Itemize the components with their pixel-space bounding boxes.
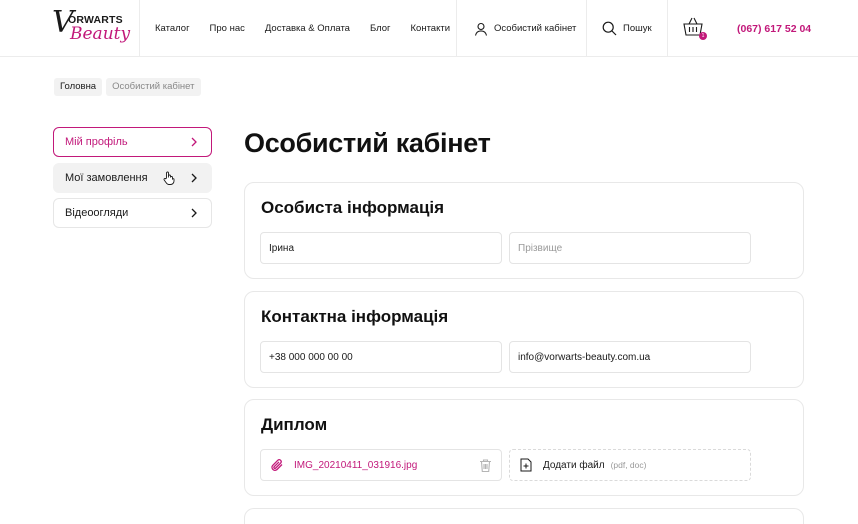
- main-nav: Каталог Про нас Доставка & Оплата Блог К…: [155, 0, 470, 57]
- user-icon: [474, 22, 488, 36]
- chevron-right-icon: [191, 173, 197, 183]
- breadcrumb-current: Особистий кабінет: [106, 78, 201, 96]
- nav-delivery[interactable]: Доставка & Оплата: [265, 23, 350, 34]
- nav-catalog[interactable]: Каталог: [155, 23, 190, 34]
- next-section-card: [244, 508, 804, 524]
- file-name: IMG_20210411_031916.jpg: [294, 459, 418, 471]
- header-divider: [456, 0, 457, 57]
- uploaded-file[interactable]: IMG_20210411_031916.jpg: [260, 449, 502, 481]
- logo-bottom: Beauty: [70, 24, 131, 44]
- search-label: Пошук: [623, 23, 652, 34]
- breadcrumb-home[interactable]: Головна: [54, 78, 103, 96]
- sidebar-item-orders[interactable]: Мої замовлення: [53, 163, 212, 193]
- sidebar-item-videos[interactable]: Відеоогляди: [53, 198, 212, 228]
- hand-cursor-icon: [163, 171, 175, 185]
- nav-blog[interactable]: Блог: [370, 23, 391, 34]
- chevron-right-icon: [191, 208, 197, 218]
- header-divider: [667, 0, 668, 57]
- header-divider: [586, 0, 587, 57]
- sidebar-item-label: Мій профіль: [65, 136, 128, 148]
- sidebar-item-label: Мої замовлення: [65, 172, 148, 184]
- paperclip-icon: [271, 459, 283, 471]
- page-title: Особистий кабінет: [244, 128, 491, 158]
- nav-about[interactable]: Про нас: [210, 23, 245, 34]
- breadcrumb: Головна Особистий кабінет: [54, 78, 205, 96]
- add-file-hint: (pdf, doc): [610, 460, 647, 470]
- cart-count-badge: 1: [699, 32, 707, 40]
- file-add-icon: [520, 458, 532, 472]
- nav-contacts[interactable]: Контакти: [411, 23, 451, 34]
- cart-button[interactable]: 1: [682, 16, 707, 40]
- personal-info-card: Особиста інформація Ірина Прізвище: [244, 182, 804, 279]
- phone-input[interactable]: +38 000 000 00 00: [260, 341, 502, 373]
- phone-link[interactable]: (067) 617 52 04: [737, 0, 811, 57]
- add-file-label: Додати файл: [543, 459, 605, 471]
- section-title: Особиста інформація: [261, 198, 445, 217]
- trash-icon[interactable]: [479, 458, 492, 473]
- section-title: Диплом: [261, 415, 328, 434]
- search-button[interactable]: Пошук: [602, 0, 652, 57]
- sidebar-item-profile[interactable]: Мій профіль: [53, 127, 212, 157]
- account-link[interactable]: Особистий кабінет: [474, 0, 576, 57]
- chevron-right-icon: [191, 137, 197, 147]
- section-title: Контактна інформація: [261, 307, 449, 326]
- diploma-card: Диплом IMG_20210411_031916.jpg Додати фа…: [244, 399, 804, 496]
- email-input[interactable]: info@vorwarts-beauty.com.ua: [509, 341, 751, 373]
- header-divider: [139, 0, 140, 57]
- first-name-input[interactable]: Ірина: [260, 232, 502, 264]
- add-file-button[interactable]: Додати файл (pdf, doc): [509, 449, 751, 481]
- search-icon: [602, 21, 617, 36]
- contact-info-card: Контактна інформація +38 000 000 00 00 i…: [244, 291, 804, 388]
- account-label: Особистий кабінет: [494, 23, 577, 34]
- brand-logo[interactable]: V ORWARTS Beauty: [52, 8, 132, 46]
- last-name-input[interactable]: Прізвище: [509, 232, 751, 264]
- site-header: V ORWARTS Beauty Каталог Про нас Доставк…: [0, 0, 858, 57]
- sidebar-item-label: Відеоогляди: [65, 207, 129, 219]
